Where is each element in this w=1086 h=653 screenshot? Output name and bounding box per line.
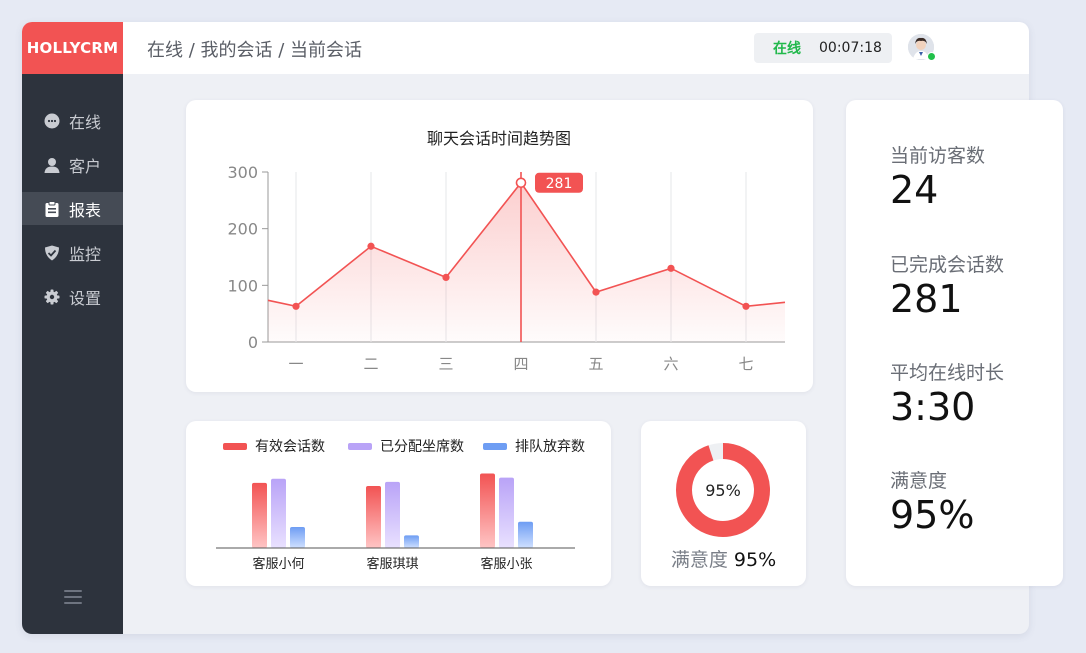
y-tick-label: 0 [248,333,258,352]
satisfaction-caption: 满意度 95% [641,545,806,572]
data-point-highlight[interactable] [515,177,527,189]
sidebar-item-label: 监控 [69,244,102,264]
x-tick-label: 三 [438,355,453,373]
x-tick-label: 六 [663,355,678,373]
bar[interactable] [290,527,305,548]
sidebar-item-monitor[interactable]: 监控 [22,236,123,269]
x-tick-label: 一 [288,355,303,373]
bar[interactable] [366,486,381,548]
status-box[interactable]: 在线 00:07:18 [754,33,892,63]
x-tick-label: 五 [588,355,603,373]
stat-average-online-time: 平均在线时长 3:30 [890,358,1004,429]
legend-swatch [483,443,507,450]
sidebar-item-label: 报表 [69,200,102,220]
legend-swatch [348,443,372,450]
stat-label: 满意度 [890,470,948,492]
stat-label: 平均在线时长 [890,362,1005,384]
x-tick-label: 四 [513,355,528,373]
stat-label: 已完成会话数 [890,254,1005,276]
online-indicator-dot [927,52,936,61]
bar[interactable] [271,478,286,548]
trend-area-fill [268,182,785,342]
chart-title: 聊天会话时间趋势图 [427,129,571,148]
value-badge-label: 281 [546,176,573,192]
sidebar: 在线 客户 报表 监控 设置 [22,74,123,634]
app-logo[interactable]: HOLLYCRM [22,22,123,74]
data-point[interactable] [292,302,300,310]
stat-current-visitors: 当前访客数 24 [890,141,985,212]
session-timer: 00:07:18 [819,40,882,56]
status-online-label: 在线 [773,41,801,57]
legend-label: 排队放弃数 [515,439,585,455]
legend-label: 有效会话数 [255,439,325,455]
agent-bar-chart: 有效会话数 已分配坐席数 排队放弃数 客服小何 客服琪琪 客服小张 [216,439,585,572]
sidebar-item-customers[interactable]: 客户 [22,148,123,181]
hamburger-menu-icon[interactable] [64,590,82,604]
stat-value: 24 [890,168,939,212]
shield-check-icon [44,245,60,261]
bar[interactable] [252,482,267,548]
bar[interactable] [518,521,533,548]
satisfaction-caption-label: 满意度 [670,549,728,571]
top-bar: HOLLYCRM 在线 / 我的会话 / 当前会话 在线 00:07:18 [22,22,1029,74]
data-point[interactable] [592,288,600,296]
satisfaction-caption-value: 95% [733,549,777,571]
bar[interactable] [404,535,419,548]
donut-percent-label: 95% [705,481,741,500]
y-tick-label: 200 [227,220,258,239]
chat-bubble-icon [44,113,60,129]
trend-chart: 聊天会话时间趋势图 0 100 200 300 281 一 二 三 四 五 六 七 [227,129,786,373]
sidebar-item-online[interactable]: 在线 [22,104,123,137]
bar[interactable] [480,473,495,548]
sidebar-item-label: 设置 [69,288,102,308]
y-tick-label: 100 [227,276,258,295]
bar[interactable] [385,481,400,548]
category-label: 客服小张 [480,556,532,572]
data-point[interactable] [667,264,675,272]
category-label: 客服小何 [252,556,304,572]
category-label: 客服琪琪 [366,556,418,572]
sidebar-item-reports[interactable]: 报表 [22,192,123,225]
stat-completed-sessions: 已完成会话数 281 [890,250,1004,321]
stats-card: 当前访客数 24 已完成会话数 281 平均在线时长 3:30 满意度 95% [846,100,1063,586]
sidebar-item-settings[interactable]: 设置 [22,280,123,313]
satisfaction-card: 95% 满意度 95% [641,421,806,586]
satisfaction-donut: 95% [676,443,770,537]
legend-label: 已分配坐席数 [380,439,464,455]
data-point[interactable] [442,273,450,281]
bar[interactable] [499,477,514,548]
trend-chart-card: 聊天会话时间趋势图 0 100 200 300 281 一 二 三 四 五 六 七 [186,100,813,392]
x-tick-label: 七 [738,355,753,373]
y-tick-label: 300 [227,163,258,182]
avatar[interactable] [908,34,936,61]
data-point[interactable] [367,242,375,250]
sidebar-item-label: 在线 [69,112,102,132]
stat-value: 281 [890,277,963,321]
stat-value: 95% [890,493,975,537]
x-tick-label: 二 [363,355,378,373]
data-point[interactable] [742,302,750,310]
stat-value: 3:30 [890,385,976,429]
user-icon [44,157,60,173]
stat-label: 当前访客数 [890,145,986,167]
agent-bar-chart-card: 有效会话数 已分配坐席数 排队放弃数 客服小何 客服琪琪 客服小张 [186,421,611,586]
gear-icon [44,289,60,305]
legend-swatch [223,443,247,450]
breadcrumb[interactable]: 在线 / 我的会话 / 当前会话 [147,36,362,62]
stat-satisfaction: 满意度 95% [890,466,974,537]
clipboard-icon [44,200,60,217]
sidebar-item-label: 客户 [69,156,102,176]
